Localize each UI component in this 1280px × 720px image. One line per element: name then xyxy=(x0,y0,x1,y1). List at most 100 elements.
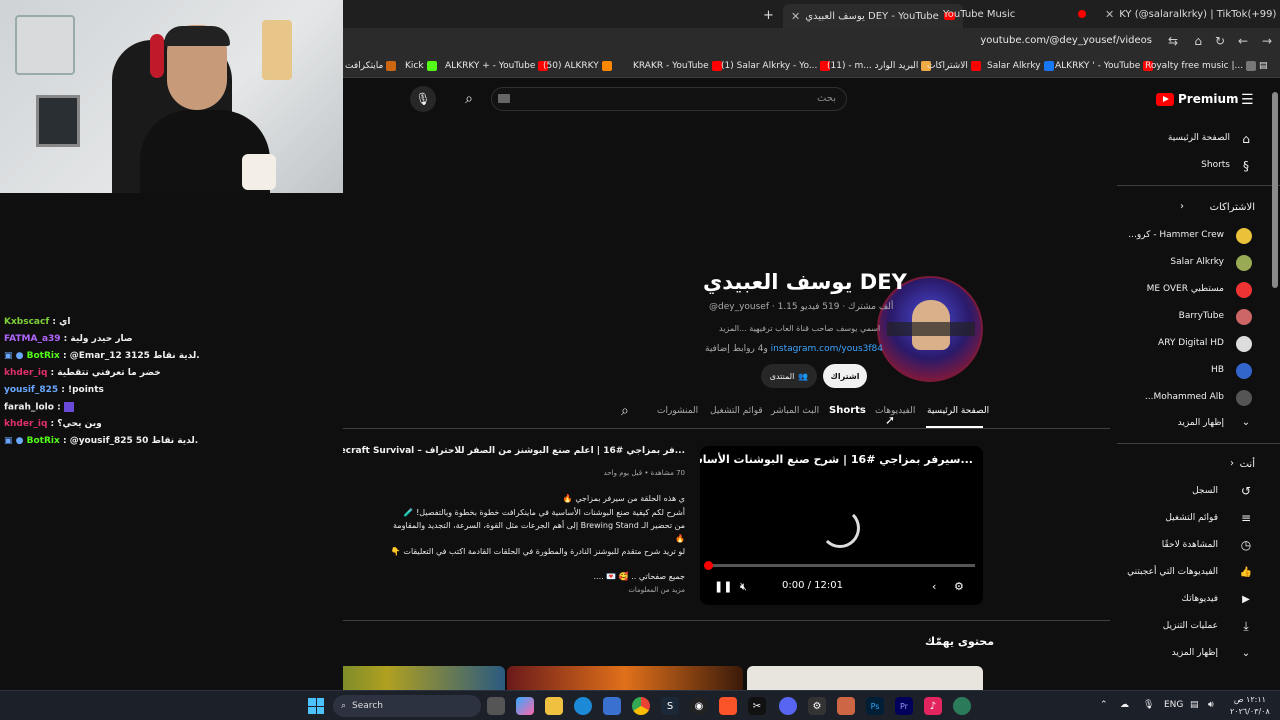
volume-icon[interactable]: 🔊︎ xyxy=(1208,700,1214,710)
tiktok-icon[interactable]: ♪ xyxy=(924,697,942,715)
copilot-icon[interactable] xyxy=(516,697,534,715)
clock[interactable]: ١٢:١١ ص ٢٠٢٦/٠٣/٠٨ xyxy=(1230,694,1270,718)
close-tab-icon[interactable]: ✕ xyxy=(791,10,800,23)
channel-avatar xyxy=(1236,390,1252,406)
search-input[interactable]: بحث xyxy=(491,87,847,111)
edge-icon[interactable] xyxy=(574,697,592,715)
steam-icon[interactable]: S xyxy=(661,697,679,715)
bookmark-item[interactable]: Salar Alkrky xyxy=(987,61,1054,71)
menu-icon[interactable]: ☰ xyxy=(1241,92,1254,108)
brave-icon[interactable] xyxy=(719,697,737,715)
voice-search-button[interactable]: 🎙 xyxy=(410,86,436,112)
task-view-icon[interactable] xyxy=(487,697,505,715)
sidebar-divider xyxy=(1117,185,1280,186)
video-player[interactable]: Minecraft سيرفر بمزاجي #16 | شرح صنع الب… xyxy=(700,446,983,605)
chat-message: khder_iq : وين يحي؟ xyxy=(4,419,102,429)
forward-arrow-icon[interactable]: → xyxy=(1262,34,1272,48)
premiere-icon[interactable]: Pr xyxy=(895,697,913,715)
progress-bar[interactable] xyxy=(708,564,975,567)
tray-chevron-icon[interactable]: ⌃ xyxy=(1100,700,1108,710)
chat-message: farah_lolo : xyxy=(4,402,74,413)
new-tab-button[interactable]: + xyxy=(763,5,774,25)
bookmark-item[interactable]: ALKRKY + - YouTube xyxy=(445,61,549,71)
bookmark-item[interactable]: Kick xyxy=(405,61,437,71)
description-line: جميع صفحاتي .. 🥰 💌 .... xyxy=(593,572,685,581)
cup xyxy=(242,154,276,190)
back-arrow-icon[interactable]: ← xyxy=(1238,34,1248,48)
tab-youtube-music[interactable]: YouTube Music xyxy=(943,4,1087,24)
tab-youtube-channel[interactable]: ✕ يوسف العبيدي DEY - YouTube xyxy=(783,4,963,28)
microphone-tray-icon[interactable]: 🎙 xyxy=(1143,700,1154,710)
tab-posts[interactable]: المنشورات xyxy=(657,406,698,416)
settings-icon[interactable]: ⚙ xyxy=(808,697,826,715)
tab-shorts[interactable]: Shorts xyxy=(829,405,866,416)
cloud-icon[interactable]: ☁ xyxy=(1120,700,1129,710)
video-info: ...فر بمزاجي #16 | اعلم صنع البوشنز من ا… xyxy=(343,444,685,604)
url-field[interactable]: youtube.com/@dey_yousef/videos xyxy=(980,35,1152,46)
player-title[interactable]: Minecraft سيرفر بمزاجي #16 | شرح صنع الب… xyxy=(700,453,973,466)
network-icon[interactable]: ▤ xyxy=(1190,700,1199,710)
video-thumbnail[interactable] xyxy=(747,666,983,690)
photoshop-icon[interactable]: Ps xyxy=(866,697,884,715)
capcut-icon[interactable]: ✂ xyxy=(748,697,766,715)
home-button-icon[interactable]: ⌂ xyxy=(1194,34,1202,48)
close-tab-icon[interactable]: ✕ xyxy=(1105,8,1114,21)
video-title[interactable]: ...فر بمزاجي #16 | اعلم صنع البوشنز من ا… xyxy=(343,446,685,456)
obs-icon[interactable]: ◉ xyxy=(690,697,708,715)
mouse-cursor-icon: ➚ xyxy=(885,413,896,427)
bookmark-item[interactable]: الاشتراكات xyxy=(927,61,981,71)
more-info-link[interactable]: مزيد من المعلومات xyxy=(628,586,685,594)
chat-message: ▣ ● BotRix : @Emar_12 3125 لدية نقاط. xyxy=(4,351,200,361)
store-icon[interactable] xyxy=(603,697,621,715)
image-app-icon[interactable] xyxy=(837,697,855,715)
chat-message: FATMA_a39 : صار حيدر ولية xyxy=(4,334,133,344)
sidebar-scrollbar[interactable] xyxy=(1272,92,1278,288)
bookmark-item[interactable]: (11) - m... البريد الوارد xyxy=(827,61,932,71)
bookmark-item[interactable]: ALKRKY ' - YouTube xyxy=(1055,61,1154,71)
tab-videos[interactable]: الفيديوهات xyxy=(875,406,915,416)
chevron-left-icon[interactable]: ‹ xyxy=(932,580,936,593)
search-button[interactable]: ⌕ xyxy=(456,86,482,112)
channel-description[interactable]: اسمي يوسف صاحب قناة العاب ترفيهية ...الم… xyxy=(719,324,880,333)
tab-home[interactable]: الصفحة الرئيسية xyxy=(927,406,989,416)
settings-gear-icon[interactable]: ⚙ xyxy=(954,580,964,593)
shelf-decor xyxy=(262,20,292,80)
web-app-icon[interactable] xyxy=(953,697,971,715)
bookmark-item[interactable]: (50) ALKRKY xyxy=(543,61,612,71)
site-settings-icon[interactable]: ⇆ xyxy=(1168,34,1178,48)
taskbar-search[interactable]: ⌕ Search xyxy=(333,695,481,717)
subscribe-button[interactable]: اشتراك xyxy=(823,364,867,388)
bookmark-item[interactable]: (1) Salar Alkrky - Yo... xyxy=(721,61,831,71)
keyboard-icon[interactable] xyxy=(498,94,510,103)
clock-icon: ◷ xyxy=(1240,538,1252,552)
video-thumbnail[interactable] xyxy=(343,666,505,690)
channel-name: يوسف العبيدي DEY xyxy=(703,270,907,294)
file-explorer-icon[interactable] xyxy=(545,697,563,715)
channel-links[interactable]: و4 روابط إضافية instagram.com/yous3f84 xyxy=(705,344,883,354)
reload-icon[interactable]: ↻ xyxy=(1215,34,1225,48)
bookmark-item[interactable]: مايتكرافت xyxy=(345,61,397,71)
playlist-icon: ≡ xyxy=(1240,511,1252,525)
instagram-link[interactable]: instagram.com/yous3f84 xyxy=(771,344,883,354)
video-thumbnail[interactable] xyxy=(507,666,743,690)
microphone-icon: 🎙 xyxy=(415,92,431,106)
tab-playlists[interactable]: قوائم التشغيل xyxy=(710,406,763,416)
bookmark-item[interactable]: KRAKR - YouTube xyxy=(633,61,722,71)
progress-scrubber[interactable] xyxy=(704,561,713,570)
mute-icon[interactable]: 🔇︎ xyxy=(740,580,747,594)
channel-meta: @dey_yousef · 1.15 ألف مشترك · 519 فيديو xyxy=(709,302,894,312)
tab-tiktok[interactable]: ✕ KY (@salaralkrky) | TikTok(+99) xyxy=(1105,4,1280,24)
channel-search-icon[interactable]: ⌕ xyxy=(621,403,629,419)
bookmark-item[interactable]: Royalty free music |... xyxy=(1145,61,1257,71)
loading-spinner-icon xyxy=(820,508,860,548)
windows-start-icon[interactable] xyxy=(308,698,324,714)
all-bookmarks-icon[interactable]: ▤ xyxy=(1259,61,1268,71)
youtube-page: 🎙 ⌕ بحث Premium ☰ ⌂ الصفحة الرئيسية § Sh… xyxy=(343,78,1280,690)
community-button[interactable]: المنتدى 👥 xyxy=(761,364,817,388)
pause-icon[interactable]: ❚❚ xyxy=(714,580,732,593)
language-indicator[interactable]: ENG xyxy=(1164,700,1183,710)
tab-live[interactable]: البث المباشر xyxy=(771,406,819,416)
discord-icon[interactable] xyxy=(779,697,797,715)
youtube-premium-logo[interactable]: Premium xyxy=(1156,92,1239,106)
chrome-icon[interactable] xyxy=(632,697,650,715)
